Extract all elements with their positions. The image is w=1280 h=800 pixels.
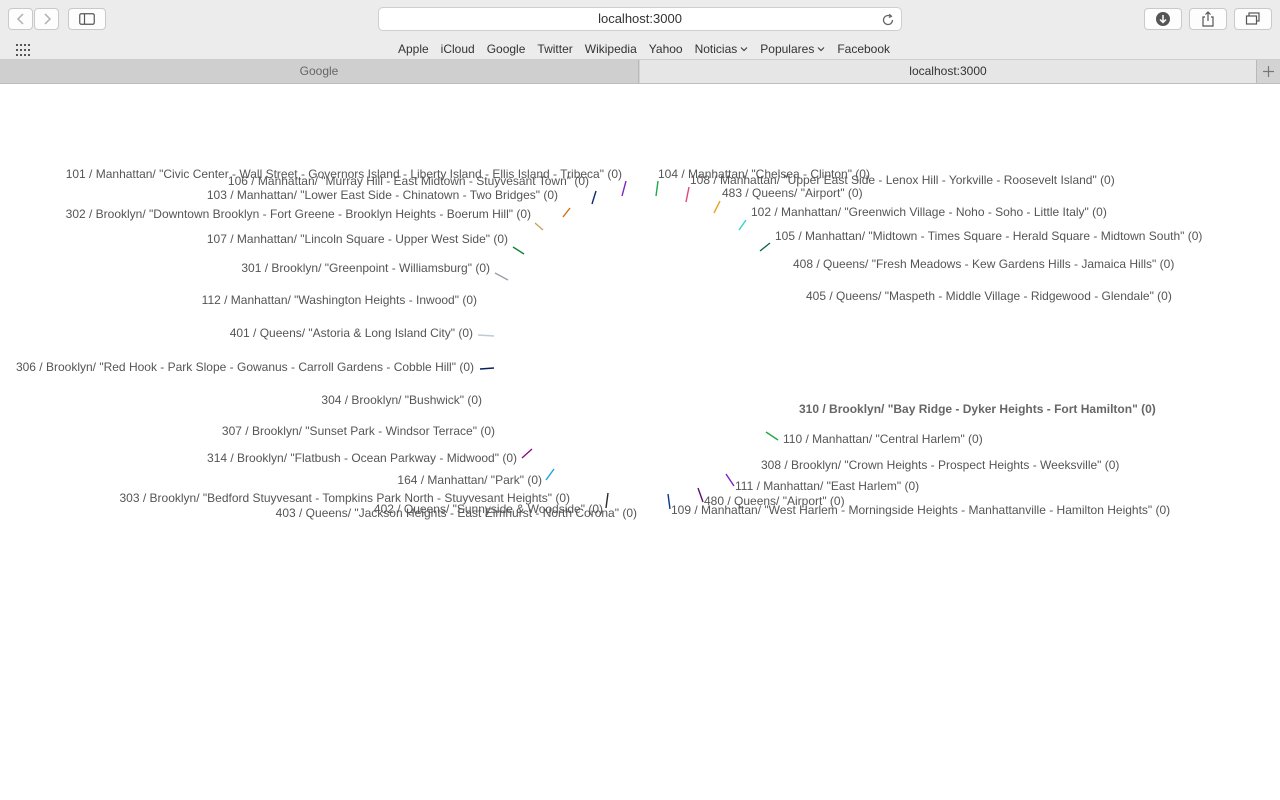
segment-label[interactable]: 102 / Manhattan/ "Greenwich Village - No…	[751, 205, 1107, 219]
tab-overview-button[interactable]	[1234, 8, 1272, 30]
segment-tick	[621, 180, 627, 197]
segment-tick	[713, 200, 721, 214]
favorite-twitter[interactable]: Twitter	[531, 42, 578, 56]
segment-label[interactable]: 401 / Queens/ "Astoria & Long Island Cit…	[230, 326, 473, 340]
segment-label[interactable]: 307 / Brooklyn/ "Sunset Park - Windsor T…	[222, 424, 495, 438]
address-url: localhost:3000	[598, 11, 682, 26]
tab-label: localhost:3000	[909, 64, 987, 78]
favorites-bar: Apple iCloud Google Twitter Wikipedia Yahoo No…	[0, 38, 1280, 60]
plus-icon	[1263, 66, 1274, 77]
segment-label[interactable]: 301 / Brooklyn/ "Greenpoint - Williamsbu…	[241, 261, 490, 275]
favorite-noticias[interactable]: Noticias	[689, 42, 755, 56]
tab-bar: Google localhost:3000	[0, 60, 1280, 84]
favorite-apple[interactable]: Apple	[392, 42, 435, 56]
segment-tick	[667, 493, 671, 510]
tab-label: Google	[299, 64, 339, 78]
segment-tick	[738, 219, 747, 231]
address-bar[interactable]: localhost:3000	[378, 7, 902, 31]
segment-tick	[512, 246, 525, 255]
favorite-label: Wikipedia	[584, 42, 637, 56]
segment-label[interactable]: 302 / Brooklyn/ "Downtown Brooklyn - For…	[66, 207, 531, 221]
segment-label[interactable]: 306 / Brooklyn/ "Red Hook - Park Slope -…	[16, 360, 474, 374]
favorite-facebook[interactable]: Facebook	[831, 42, 896, 56]
segment-label[interactable]: 403 / Queens/ "Jackson Heights - East El…	[276, 506, 637, 520]
segment-label[interactable]: 109 / Manhattan/ "West Harlem - Mornings…	[671, 503, 1170, 517]
reload-icon[interactable]	[881, 12, 895, 34]
segment-label[interactable]: 408 / Queens/ "Fresh Meadows - Kew Garde…	[793, 257, 1174, 271]
segment-label[interactable]: 105 / Manhattan/ "Midtown - Times Square…	[775, 229, 1202, 243]
segment-tick	[562, 207, 571, 218]
segment-label[interactable]: 110 / Manhattan/ "Central Harlem" (0)	[783, 432, 983, 446]
share-button[interactable]	[1189, 8, 1227, 30]
segment-label[interactable]: 103 / Manhattan/ "Lower East Side - Chin…	[207, 188, 558, 202]
segment-tick	[477, 334, 495, 337]
radial-chart	[477, 180, 779, 510]
downloads-button[interactable]	[1144, 8, 1182, 30]
page-viewport: 101 / Manhattan/ "Civic Center - Wall St…	[0, 84, 1280, 800]
favorite-populares[interactable]: Populares	[754, 42, 831, 56]
chevron-down-icon	[817, 47, 825, 52]
favorite-label: Yahoo	[648, 42, 683, 56]
back-button[interactable]	[8, 8, 33, 30]
sidebar-icon	[79, 13, 95, 25]
favorites-list: Apple iCloud Google Twitter Wikipedia Yahoo No…	[0, 38, 1280, 60]
sidebar-toggle-button[interactable]	[68, 8, 106, 30]
forward-button[interactable]	[34, 8, 59, 30]
favorite-google[interactable]: Google	[481, 42, 532, 56]
favorite-yahoo[interactable]: Yahoo	[643, 42, 689, 56]
favorite-label: Twitter	[537, 42, 573, 56]
favorite-label: Noticias	[694, 42, 738, 56]
segment-tick	[725, 473, 735, 487]
segment-tick	[697, 487, 704, 503]
segment-tick	[685, 186, 690, 203]
favorite-label: Populares	[760, 42, 815, 56]
segment-tick	[521, 448, 533, 459]
favorite-label: Apple	[397, 42, 429, 56]
segment-label[interactable]: 483 / Queens/ "Airport" (0)	[722, 186, 863, 200]
segment-label[interactable]: 308 / Brooklyn/ "Crown Heights - Prospec…	[761, 458, 1119, 472]
segment-label[interactable]: 314 / Brooklyn/ "Flatbush - Ocean Parkwa…	[207, 451, 517, 465]
chevron-right-icon	[43, 13, 51, 25]
segment-label[interactable]: 106 / Manhattan/ "Murray Hill - East Mid…	[228, 174, 589, 188]
segment-label[interactable]: 107 / Manhattan/ "Lincoln Square - Upper…	[207, 232, 508, 246]
favorite-wikipedia[interactable]: Wikipedia	[579, 42, 643, 56]
segment-label[interactable]: 112 / Manhattan/ "Washington Heights - I…	[202, 293, 477, 307]
segment-tick	[759, 242, 771, 252]
tab-google[interactable]: Google	[0, 60, 639, 83]
segment-label[interactable]: 108 / Manhattan/ "Upper East Side - Leno…	[690, 173, 1115, 187]
new-tab-button[interactable]	[1256, 60, 1280, 83]
favorite-label: Facebook	[837, 42, 891, 56]
share-icon	[1202, 11, 1214, 27]
segment-label[interactable]: 164 / Manhattan/ "Park" (0)	[397, 473, 542, 487]
favorite-label: iCloud	[440, 42, 475, 56]
favorite-icloud[interactable]: iCloud	[435, 42, 481, 56]
chevron-down-icon	[740, 47, 748, 52]
segment-label[interactable]: 111 / Manhattan/ "East Harlem" (0)	[735, 479, 919, 493]
segment-tick	[591, 190, 597, 205]
tab-localhost[interactable]: localhost:3000	[640, 60, 1256, 83]
segment-tick	[534, 222, 544, 231]
segment-tick	[545, 468, 555, 481]
segment-tick	[655, 180, 659, 197]
favorite-label: Google	[486, 42, 526, 56]
browser-toolbar: localhost:3000	[0, 0, 1280, 38]
segment-tick	[765, 431, 779, 441]
segment-tick	[494, 272, 509, 281]
segment-tick	[479, 367, 495, 370]
tabs-icon	[1245, 12, 1260, 25]
segment-label-highlighted[interactable]: 310 / Brooklyn/ "Bay Ridge - Dyker Heigh…	[799, 402, 1156, 416]
segment-label[interactable]: 304 / Brooklyn/ "Bushwick" (0)	[321, 393, 482, 407]
download-icon	[1156, 12, 1170, 26]
chevron-left-icon	[16, 13, 24, 25]
segment-label[interactable]: 405 / Queens/ "Maspeth - Middle Village …	[806, 289, 1172, 303]
